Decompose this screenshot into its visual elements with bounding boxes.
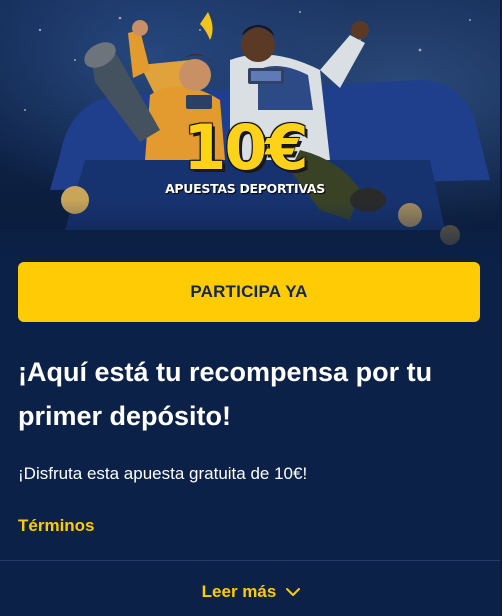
chevron-down-icon xyxy=(286,588,301,596)
reward-headline: ¡Aquí está tu recompensa por tu primer d… xyxy=(18,357,433,431)
read-more-button[interactable]: Leer más xyxy=(0,568,502,616)
bonus-subtitle: APUESTAS DEPORTIVAS xyxy=(165,181,325,196)
divider xyxy=(0,560,502,561)
read-more-label: Leer más xyxy=(201,582,277,601)
bonus-amount: 10€ xyxy=(183,111,308,184)
promo-hero-banner: 10€ APUESTAS DEPORTIVAS xyxy=(0,0,502,290)
participate-button[interactable]: PARTICIPA YA xyxy=(18,262,480,322)
terms-link[interactable]: Términos xyxy=(18,514,95,538)
reward-description: ¡Disfruta esta apuesta gratuita de 10€! xyxy=(18,464,308,483)
